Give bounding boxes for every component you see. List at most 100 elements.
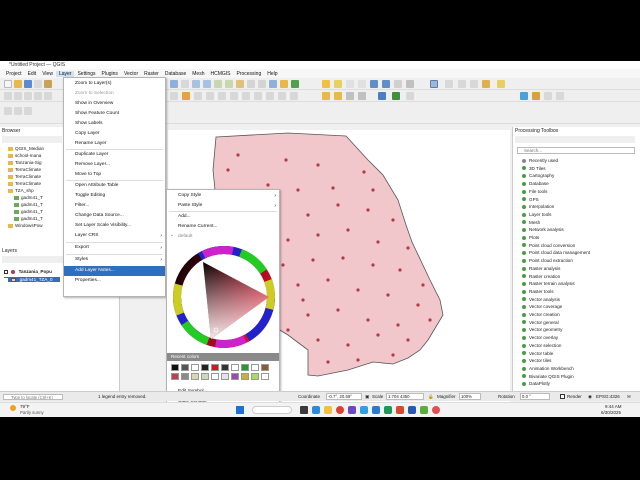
menu-raster[interactable]: Raster: [141, 71, 162, 77]
menu-export[interactable]: Export ›: [64, 243, 165, 253]
browser-item[interactable]: gadm41_T: [14, 202, 43, 207]
toolbox-item[interactable]: Point cloud extraction: [522, 258, 573, 263]
app-icon[interactable]: [348, 406, 356, 414]
edge-icon[interactable]: [312, 406, 320, 414]
population-point[interactable]: [366, 208, 370, 212]
layer-checkbox[interactable]: [4, 277, 8, 282]
population-point[interactable]: [266, 183, 270, 187]
toolbox-item[interactable]: Bivariate QGIS Plugin: [522, 374, 574, 379]
population-point[interactable]: [428, 318, 432, 322]
menu-database[interactable]: Database: [162, 71, 189, 77]
save-edits-icon[interactable]: [194, 92, 202, 100]
population-point[interactable]: [346, 228, 350, 232]
toolbox-item[interactable]: Raster analysis: [522, 266, 560, 271]
population-point[interactable]: [366, 318, 370, 322]
menu-rename-current-style[interactable]: Rename Current...: [167, 222, 279, 232]
color-swatch[interactable]: [211, 364, 219, 371]
redo-icon[interactable]: [290, 92, 298, 100]
toolbox-item[interactable]: Point cloud conversion: [522, 243, 575, 248]
menu-vector[interactable]: Vector: [121, 71, 141, 77]
color-swatch[interactable]: [191, 373, 199, 380]
population-point[interactable]: [356, 288, 360, 292]
print-layout-icon[interactable]: [34, 80, 42, 88]
toolbox-item[interactable]: Raster creation: [522, 274, 560, 279]
population-point[interactable]: [281, 263, 285, 267]
identify-icon[interactable]: [322, 80, 330, 88]
label-tool-icon[interactable]: [322, 92, 330, 100]
layer-tool-c-icon[interactable]: [24, 107, 32, 115]
menu-add-style[interactable]: Add...: [167, 212, 279, 222]
add-wfs-icon[interactable]: [44, 92, 52, 100]
plugin-d-icon[interactable]: [556, 92, 564, 100]
zoom-out-icon[interactable]: [203, 80, 211, 88]
menu-settings[interactable]: Settings: [74, 71, 98, 77]
color-swatch[interactable]: [261, 373, 269, 380]
excel-icon[interactable]: [384, 406, 392, 414]
toolbox-item[interactable]: Vector creation: [522, 312, 560, 317]
population-point[interactable]: [331, 186, 335, 190]
attribute-table-icon[interactable]: [358, 80, 366, 88]
population-point[interactable]: [301, 298, 305, 302]
menu-show-labels[interactable]: Show Labels: [64, 119, 165, 129]
pan-map-icon[interactable]: [170, 80, 178, 88]
style-manager-icon[interactable]: [44, 80, 52, 88]
population-point[interactable]: [336, 308, 340, 312]
menu-help[interactable]: Help: [264, 71, 280, 77]
browser-item[interactable]: TerraClimate: [8, 174, 41, 179]
taskbar-search-icon[interactable]: [252, 406, 292, 414]
browser-item[interactable]: Tanzania-Sig: [8, 160, 42, 165]
browser-item[interactable]: TerraClimate: [8, 167, 41, 172]
add-delimited-icon[interactable]: [24, 92, 32, 100]
menu-mesh[interactable]: Mesh: [189, 71, 207, 77]
label-pin-icon[interactable]: [334, 92, 342, 100]
population-point[interactable]: [226, 168, 230, 172]
menu-hcmgis[interactable]: HCMGIS: [208, 71, 234, 77]
windows-start-icon[interactable]: [236, 406, 244, 414]
menu-open-attribute-table[interactable]: Open Attribute Table: [64, 181, 165, 191]
browser-item[interactable]: TerraClimate: [8, 181, 41, 186]
menu-change-data-source[interactable]: Change Data Source...: [64, 211, 165, 221]
color-swatch[interactable]: [251, 364, 259, 371]
menu-paste-style[interactable]: Paste Style ›: [167, 201, 279, 211]
toolbox-item[interactable]: Raster terrain analysis: [522, 281, 575, 286]
menu-plugins[interactable]: Plugins: [99, 71, 121, 77]
zoom-in-icon[interactable]: [192, 80, 200, 88]
population-point[interactable]: [386, 293, 390, 297]
label-rotate-icon[interactable]: [358, 92, 366, 100]
color-swatch[interactable]: [241, 373, 249, 380]
layer-item-selected[interactable]: gadm41_TZA_0: [4, 277, 60, 282]
label-move-icon[interactable]: [346, 92, 354, 100]
layer-checkbox[interactable]: [4, 269, 8, 274]
zoom-last-icon[interactable]: [247, 80, 255, 88]
toolbox-item[interactable]: Plots: [522, 235, 539, 240]
bookmark-icon[interactable]: [280, 80, 288, 88]
lock-icon[interactable]: 🔒: [428, 394, 434, 400]
rotation-field[interactable]: 0.0 °: [520, 393, 550, 400]
plugin-c-icon[interactable]: [544, 92, 552, 100]
color-swatch[interactable]: [201, 373, 209, 380]
population-point[interactable]: [406, 246, 410, 250]
field-calculator-icon[interactable]: [370, 80, 378, 88]
color-swatch[interactable]: [221, 373, 229, 380]
population-point[interactable]: [296, 188, 300, 192]
toolbox-item[interactable]: Network analysis: [522, 227, 564, 232]
population-point[interactable]: [296, 283, 300, 287]
toolbox-item[interactable]: Mesh: [522, 220, 540, 225]
browser-item[interactable]: gadm41_T: [14, 209, 43, 214]
color-swatch[interactable]: [231, 364, 239, 371]
menu-remove-layer[interactable]: Remove Layer...: [64, 160, 165, 170]
population-point[interactable]: [406, 338, 410, 342]
layer-tool-b-icon[interactable]: [14, 107, 22, 115]
settings-gear-icon[interactable]: [430, 80, 438, 88]
color-swatch[interactable]: [241, 364, 249, 371]
app-icon[interactable]: [372, 406, 380, 414]
crs-button[interactable]: EPSG:4326: [596, 394, 620, 399]
population-point[interactable]: [336, 203, 340, 207]
menu-default-style[interactable]: • default: [167, 232, 279, 242]
toolbox-item[interactable]: Point cloud data management: [522, 250, 590, 255]
zoom-full-icon[interactable]: [214, 80, 222, 88]
browser-item[interactable]: gadm41_T: [14, 216, 43, 221]
menu-duplicate-layer[interactable]: Duplicate Layer: [64, 150, 165, 160]
menu-edit[interactable]: Edit: [25, 71, 40, 77]
new-project-icon[interactable]: [4, 80, 12, 88]
